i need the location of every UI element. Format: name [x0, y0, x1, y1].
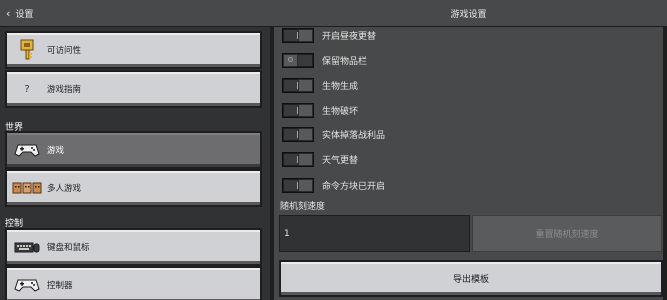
sidebar-item-label: 多人游戏 — [47, 184, 82, 194]
toggle-label: 实体掉落战利品 — [322, 130, 386, 141]
toggle-label: 天气更替 — [322, 155, 359, 166]
sidebar-item-accessibility[interactable]: 可访问性 — [5, 31, 262, 69]
chevron-left-icon: ‹ — [6, 7, 11, 20]
multiplayer-icon — [7, 171, 47, 205]
toggle-row-entity-drops: 实体掉落战利品 — [282, 125, 385, 143]
toggle-row-weather-cycle: 天气更替 — [282, 150, 358, 168]
sidebar-item-game[interactable]: 游戏 — [5, 131, 262, 169]
scrollbar[interactable] — [663, 27, 667, 300]
keyboard-icon — [7, 230, 47, 264]
toggle-label: 生物破坏 — [322, 106, 359, 117]
toggle-row-keep-inventory: 保留物品栏 — [282, 51, 367, 69]
sidebar-item-label: 游戏指南 — [47, 85, 82, 95]
mob-griefing-toggle[interactable] — [282, 102, 314, 118]
toggle-row-command-blocks: 命令方块已开启 — [282, 176, 385, 194]
page-title: 游戏设置 — [450, 10, 487, 20]
sidebar-item-label: 键盘和鼠标 — [47, 243, 90, 253]
gamepad-icon — [7, 133, 47, 167]
mob-spawning-toggle[interactable] — [282, 77, 314, 93]
daylight-cycle-toggle[interactable] — [282, 27, 314, 43]
sidebar-item-label: 可访问性 — [47, 46, 82, 56]
toggle-label: 命令方块已开启 — [322, 181, 386, 192]
toggle-row-daylight-cycle: 开启昼夜更替 — [282, 26, 376, 44]
sidebar-item-label: 游戏 — [47, 146, 65, 156]
reset-tick-speed-button[interactable]: 重置随机刻速度 — [472, 215, 662, 252]
back-label: 设置 — [15, 10, 34, 20]
toggle-label: 保留物品栏 — [322, 56, 368, 67]
sidebar-item-controller[interactable]: 控制器 — [5, 266, 262, 300]
keep-inventory-toggle[interactable] — [282, 52, 314, 68]
sidebar-item-guide[interactable]: ? 游戏指南 — [5, 70, 262, 108]
toggle-row-mob-spawning: 生物生成 — [282, 76, 358, 94]
sidebar-item-multiplayer[interactable]: 多人游戏 — [5, 169, 262, 207]
controller-icon — [7, 268, 47, 300]
entity-drops-toggle[interactable] — [282, 126, 314, 142]
command-blocks-toggle[interactable] — [282, 177, 314, 193]
key-icon — [7, 33, 47, 67]
weather-cycle-toggle[interactable] — [282, 151, 314, 167]
toggle-label: 开启昼夜更替 — [322, 31, 377, 42]
question-icon: ? — [24, 83, 30, 95]
tick-speed-input[interactable] — [279, 215, 470, 252]
toggle-row-mob-griefing: 生物破坏 — [282, 101, 358, 119]
sidebar-item-label: 控制器 — [47, 281, 73, 291]
export-template-button[interactable]: 导出模板 — [279, 260, 663, 297]
top-bar: ‹ 设置 游戏设置 — [0, 0, 667, 27]
sidebar-item-keyboard-mouse[interactable]: 键盘和鼠标 — [5, 228, 262, 266]
back-button[interactable]: ‹ 设置 — [6, 6, 33, 21]
toggle-label: 生物生成 — [322, 81, 359, 92]
tick-speed-label: 随机刻速度 — [280, 202, 326, 212]
